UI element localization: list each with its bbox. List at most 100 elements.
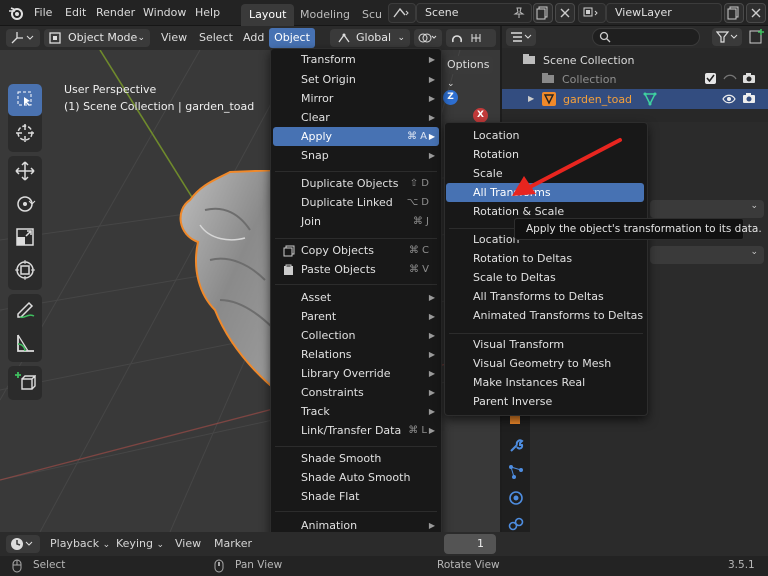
pin-icon[interactable] bbox=[513, 7, 525, 22]
outliner-collection[interactable]: Collection bbox=[562, 73, 616, 86]
apply-submenu-item-all-transforms-to-deltas[interactable]: All Transforms to Deltas bbox=[446, 287, 644, 306]
apply-submenu-item-make-instances-real[interactable]: Make Instances Real bbox=[446, 373, 644, 392]
object-render-camera-icon[interactable] bbox=[742, 92, 756, 107]
object-menu-item-join[interactable]: Join ⌘ J bbox=[273, 212, 439, 231]
object-menu-item-set-origin[interactable]: Set Origin ▶ bbox=[273, 70, 439, 89]
object-menu-item-copy-objects[interactable]: Copy Objects ⌘ C bbox=[273, 241, 439, 260]
object-menu-item-mirror[interactable]: Mirror ▶ bbox=[273, 89, 439, 108]
add-cube-tool[interactable] bbox=[8, 366, 42, 398]
rotate-tool[interactable] bbox=[8, 189, 42, 221]
new-scene-button[interactable] bbox=[533, 3, 553, 23]
viewport-menu-select[interactable]: Select bbox=[199, 26, 233, 50]
measure-tool[interactable] bbox=[8, 328, 42, 360]
garden-toad-mesh[interactable] bbox=[170, 170, 280, 390]
outliner-object-name[interactable]: garden_toad bbox=[563, 93, 632, 106]
mesh-data-icon[interactable] bbox=[643, 92, 657, 109]
viewlayer-browse-button[interactable] bbox=[578, 3, 606, 23]
object-menu-item-constraints[interactable]: Constraints ▶ bbox=[273, 383, 439, 402]
outliner-type-button[interactable] bbox=[506, 28, 536, 46]
tab-sculpting[interactable]: Scu bbox=[354, 4, 386, 26]
object-visibility-eye-icon[interactable] bbox=[722, 94, 736, 107]
scale-tool[interactable] bbox=[8, 222, 42, 254]
object-menu-item-shade-flat[interactable]: Shade Flat bbox=[273, 487, 439, 506]
menu-edit[interactable]: Edit bbox=[65, 0, 86, 26]
object-menu-item-shade-smooth[interactable]: Shade Smooth bbox=[273, 449, 439, 468]
timeline-menu-marker[interactable]: Marker bbox=[214, 532, 252, 556]
apply-submenu-item-visual-transform[interactable]: Visual Transform bbox=[446, 335, 644, 354]
scene-browse-button[interactable] bbox=[388, 3, 416, 23]
apply-submenu-item-rotation-to-deltas[interactable]: Rotation to Deltas bbox=[446, 249, 644, 268]
editor-type-button[interactable] bbox=[6, 29, 40, 47]
submenu-arrow-icon: ▶ bbox=[428, 407, 435, 416]
gizmo-x-axis[interactable]: X bbox=[473, 108, 488, 123]
object-menu-item-track[interactable]: Track ▶ bbox=[273, 402, 439, 421]
viewlayer-icon bbox=[583, 7, 601, 22]
gizmo-z-axis[interactable]: Z bbox=[443, 90, 458, 105]
select-box-tool[interactable] bbox=[8, 84, 42, 116]
object-menu-item-shade-auto-smooth[interactable]: Shade Auto Smooth bbox=[273, 468, 439, 487]
options-dropdown[interactable]: Options ⌄ bbox=[445, 56, 493, 89]
object-menu-item-parent[interactable]: Parent ▶ bbox=[273, 307, 439, 326]
annotate-tool[interactable] bbox=[8, 294, 42, 326]
object-menu-item-snap[interactable]: Snap ▶ bbox=[273, 146, 439, 165]
menu-file[interactable]: File bbox=[34, 0, 52, 26]
tab-modeling[interactable]: Modeling bbox=[292, 4, 358, 26]
tab-layout[interactable]: Layout bbox=[241, 4, 295, 26]
object-menu-item-duplicate-linked[interactable]: Duplicate Linked ⌥ D bbox=[273, 193, 439, 212]
apply-submenu-item-animated-transforms-to-deltas[interactable]: Animated Transforms to Deltas bbox=[446, 306, 644, 325]
outliner-scene-collection[interactable]: Scene Collection bbox=[543, 54, 634, 67]
apply-submenu-item-visual-geometry-to-mesh[interactable]: Visual Geometry to Mesh bbox=[446, 354, 644, 373]
object-menu-item-paste-objects[interactable]: Paste Objects ⌘ V bbox=[273, 260, 439, 279]
object-menu-item-relations[interactable]: Relations ▶ bbox=[273, 345, 439, 364]
timeline-menu-playback[interactable]: Playback ⌄ bbox=[50, 532, 110, 556]
outliner-search-input[interactable] bbox=[592, 28, 700, 46]
pivot-point-dropdown[interactable] bbox=[414, 29, 442, 47]
cursor-tool[interactable] bbox=[8, 118, 42, 150]
timeline-menu-view[interactable]: View bbox=[175, 532, 201, 556]
transform-orientation-dropdown[interactable]: Global ⌄ bbox=[330, 29, 410, 47]
current-frame-field[interactable]: 1 bbox=[444, 534, 496, 554]
properties-dropdown-top[interactable]: ⌄ bbox=[650, 200, 764, 218]
collection-visibility-icon[interactable] bbox=[723, 74, 737, 87]
menu-window[interactable]: Window bbox=[143, 0, 186, 26]
expand-arrow-icon[interactable]: ▶ bbox=[528, 94, 534, 103]
physics-icon[interactable] bbox=[508, 490, 524, 509]
viewlayer-name-field[interactable]: ViewLayer bbox=[606, 3, 722, 23]
timeline-editor-type-button[interactable] bbox=[6, 535, 40, 553]
blender-logo-icon[interactable] bbox=[8, 5, 24, 21]
annotate-pencil-icon bbox=[14, 298, 36, 323]
object-menu-item-clear[interactable]: Clear ▶ bbox=[273, 108, 439, 127]
object-mode-dropdown[interactable]: Object Mode ⌄ bbox=[44, 29, 150, 47]
apply-submenu-item-parent-inverse[interactable]: Parent Inverse bbox=[446, 392, 644, 411]
new-collection-icon[interactable] bbox=[748, 28, 766, 46]
object-menu-item-apply[interactable]: Apply ⌘ A ▶ bbox=[273, 127, 439, 146]
menu-help[interactable]: Help bbox=[195, 0, 220, 26]
properties-dropdown-bottom[interactable]: ⌄ bbox=[650, 246, 764, 264]
modifier-wrench-icon[interactable] bbox=[508, 438, 524, 457]
object-menu-item-library-override[interactable]: Library Override ▶ bbox=[273, 364, 439, 383]
object-menu-item-collection[interactable]: Collection ▶ bbox=[273, 326, 439, 345]
apply-submenu-item-scale-to-deltas[interactable]: Scale to Deltas bbox=[446, 268, 644, 287]
viewport-menu-object[interactable]: Object bbox=[269, 28, 315, 48]
submenu-arrow-icon: ▶ bbox=[428, 75, 435, 84]
object-menu-item-link-transfer-data[interactable]: Link/Transfer Data ⌘ L ▶ bbox=[273, 421, 439, 440]
transform-tool[interactable] bbox=[8, 255, 42, 287]
collection-render-icon[interactable] bbox=[742, 72, 756, 87]
object-menu-item-asset[interactable]: Asset ▶ bbox=[273, 288, 439, 307]
object-menu-item-transform[interactable]: Transform ▶ bbox=[273, 50, 439, 69]
timeline-menu-keying[interactable]: Keying ⌄ bbox=[116, 532, 164, 556]
menu-render[interactable]: Render bbox=[96, 0, 135, 26]
viewport-menu-add[interactable]: Add bbox=[243, 26, 264, 50]
remove-scene-button[interactable] bbox=[555, 3, 575, 23]
menu-item-label: Visual Transform bbox=[473, 338, 565, 351]
particles-icon[interactable] bbox=[508, 464, 524, 483]
viewport-menu-view[interactable]: View bbox=[161, 26, 187, 50]
collection-checkbox[interactable] bbox=[705, 73, 716, 84]
new-viewlayer-button[interactable] bbox=[724, 3, 744, 23]
chevron-down-icon: ⌄ bbox=[447, 79, 455, 89]
move-tool[interactable] bbox=[8, 156, 42, 188]
snap-toggle[interactable] bbox=[446, 29, 496, 47]
object-menu-item-duplicate-objects[interactable]: Duplicate Objects ⇧ D bbox=[273, 174, 439, 193]
outliner-filter-button[interactable] bbox=[712, 28, 742, 46]
remove-viewlayer-button[interactable] bbox=[746, 3, 766, 23]
